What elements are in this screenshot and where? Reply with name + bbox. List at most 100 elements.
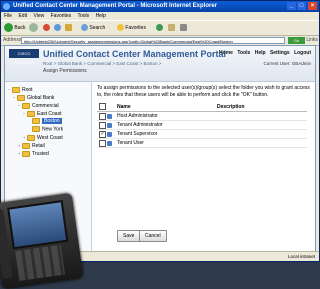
nav-settings[interactable]: Settings [270, 50, 290, 56]
cancel-button[interactable]: Cancel [139, 230, 167, 242]
role-name: Tenant User [115, 138, 215, 148]
tree-item-label: New York [42, 126, 64, 133]
permissions-panel: To assign permissions to the selected us… [93, 82, 315, 252]
role-name: Tenant Administrator [115, 120, 215, 130]
address-input[interactable]: http://Ucbtest230/Ucbweb/Security_assign… [21, 37, 285, 44]
mail-button[interactable] [168, 23, 175, 33]
favorites-label: Favorites [125, 25, 146, 31]
search-icon [81, 24, 88, 32]
table-row[interactable]: Host Administrator [97, 111, 307, 121]
tree-item-global-bank[interactable]: − Global Bank [13, 94, 54, 102]
title-bar: Unified Contact Center Management Portal… [1, 1, 319, 12]
table-row[interactable]: Tenant User [97, 138, 307, 148]
breadcrumb[interactable]: Root > Global Bank > Commercial > East C… [43, 61, 161, 66]
top-nav: Home Tools Help Settings Logout [216, 50, 311, 56]
nav-logout[interactable]: Logout [294, 50, 311, 56]
role-icon [107, 113, 112, 119]
address-label: Address [3, 37, 22, 43]
save-button[interactable]: Save [117, 230, 141, 242]
role-name: Tenant Supervisor [115, 129, 215, 139]
favorites-button[interactable]: Favorites [117, 23, 146, 33]
tree-item-label: East Coast [37, 111, 62, 117]
tree-item-label: Global Bank [27, 95, 55, 101]
page-title: Assign Permissions [43, 68, 87, 74]
home-button[interactable] [65, 23, 72, 33]
go-button[interactable]: Go [288, 37, 305, 44]
tree-item-new-york[interactable]: New York [32, 126, 63, 133]
table-header-row: Name Description [97, 102, 307, 112]
nav-home[interactable]: Home [219, 50, 233, 56]
table-row[interactable]: ✓ Tenant Supervisor [97, 129, 307, 139]
home-icon [65, 24, 72, 32]
role-description [215, 120, 307, 130]
portal-title: Unified Contact Center Management Portal [43, 49, 227, 59]
back-button[interactable]: Back [4, 23, 26, 33]
minimize-button[interactable]: _ [287, 2, 296, 10]
stop-button[interactable] [43, 23, 50, 33]
back-label: Back [14, 25, 26, 31]
tree-item-label: Boston [42, 118, 62, 125]
history-button[interactable] [156, 23, 163, 33]
tree-item-root[interactable]: − Root [8, 86, 33, 94]
ip-phone-image [0, 192, 84, 289]
table-row[interactable]: Tenant Administrator [97, 120, 307, 130]
menu-file[interactable]: File [4, 13, 12, 19]
menu-edit[interactable]: Edit [18, 13, 27, 19]
tree-item-label: Trusted [32, 151, 49, 157]
phone-screen [7, 200, 69, 250]
tree-item-label: Retail [32, 143, 45, 149]
window-title: Unified Contact Center Management Portal… [13, 3, 218, 9]
stop-icon [43, 24, 50, 32]
search-button[interactable]: Search [81, 23, 105, 33]
tree-item-west-coast[interactable]: + West Coast [23, 134, 63, 142]
phone-keypad [15, 244, 65, 281]
row-checkbox[interactable] [99, 121, 106, 129]
close-button[interactable]: × [308, 2, 317, 10]
row-checkbox[interactable] [99, 139, 106, 147]
role-description [215, 138, 307, 148]
role-name: Host Administrator [115, 111, 215, 121]
menu-favorites[interactable]: Favorites [51, 13, 72, 19]
tree-item-label: Commercial [32, 103, 59, 109]
instructions-text: To assign permissions to the selected us… [97, 85, 310, 98]
menu-tools[interactable]: Tools [77, 13, 89, 19]
folder-icon [27, 134, 35, 141]
menu-view[interactable]: View [33, 13, 44, 19]
folder-icon [12, 86, 20, 93]
forward-button[interactable] [29, 23, 38, 33]
star-icon [117, 24, 124, 32]
search-label: Search [89, 25, 106, 31]
cisco-logo: CISCO SYSTEMS [9, 49, 39, 65]
tree-item-boston[interactable]: Boston [32, 118, 62, 125]
history-icon [156, 24, 163, 32]
current-user: Current User: GBAdmin [263, 61, 311, 66]
column-description[interactable]: Description [215, 102, 307, 112]
folder-icon [32, 118, 40, 124]
column-name[interactable]: Name [115, 102, 215, 112]
folder-icon [32, 126, 40, 132]
row-checkbox[interactable]: ✓ [99, 130, 106, 138]
maximize-button[interactable]: □ [297, 2, 306, 10]
select-all-checkbox[interactable] [99, 103, 106, 110]
menu-help[interactable]: Help [96, 13, 106, 19]
print-button[interactable] [180, 23, 187, 33]
forward-arrow-icon [29, 23, 38, 33]
tree-item-retail[interactable]: + Retail [18, 142, 45, 150]
tree-item-east-coast[interactable]: − East Coast [23, 110, 61, 118]
ie-icon [3, 3, 10, 10]
nav-tools[interactable]: Tools [237, 50, 250, 56]
links-button[interactable]: Links [306, 37, 318, 44]
role-description [215, 111, 307, 121]
app-header: CISCO SYSTEMS Unified Contact Center Man… [5, 46, 315, 82]
role-description [215, 129, 307, 139]
refresh-button[interactable] [54, 23, 61, 33]
mail-icon [168, 24, 175, 32]
row-checkbox[interactable] [99, 112, 106, 120]
browser-toolbar: Back Search Favorites [1, 20, 319, 36]
tree-item-trusted[interactable]: + Trusted [18, 150, 49, 158]
security-zone: Local intranet [287, 254, 315, 259]
nav-help[interactable]: Help [255, 50, 266, 56]
tree-item-commercial[interactable]: − Commercial [18, 102, 59, 110]
folder-icon [22, 150, 30, 157]
folder-icon [22, 142, 30, 149]
